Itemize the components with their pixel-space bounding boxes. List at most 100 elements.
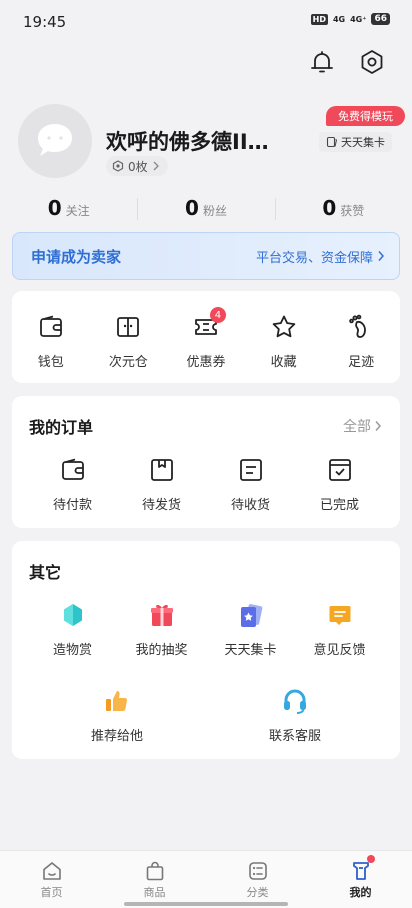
- tool-footprint-label: 足迹: [348, 355, 375, 370]
- order-pending-payment-label: 待付款: [52, 498, 92, 513]
- other-feedback-label: 意见反馈: [313, 643, 366, 658]
- tool-wallet[interactable]: 钱包: [12, 313, 90, 370]
- tool-storage[interactable]: 次元仓: [90, 313, 168, 370]
- header-actions: [308, 48, 386, 76]
- status-bar: 19:45 HD 4G 4G⁺ 66: [0, 0, 412, 40]
- order-pending-receipt[interactable]: 待收货: [206, 456, 295, 513]
- order-pending-shipment[interactable]: 待发货: [117, 456, 206, 513]
- order-pending-receipt-label: 待收货: [230, 498, 270, 513]
- username[interactable]: 欢呼的佛多德II…: [106, 126, 269, 156]
- tool-wallet-label: 钱包: [37, 355, 64, 370]
- tool-footprint[interactable]: 足迹: [322, 313, 400, 370]
- stat-following[interactable]: 0 关注: [0, 196, 137, 226]
- avatar-placeholder-icon: [38, 124, 72, 156]
- gem-icon: [63, 604, 82, 626]
- quick-tools-card: 钱包 次元仓 4 优惠券 收藏 足迹: [12, 291, 400, 383]
- free-model-badge[interactable]: 免费得模玩: [326, 106, 405, 126]
- daily-card-button[interactable]: 天天集卡: [319, 132, 392, 152]
- star-icon: [272, 315, 295, 338]
- other-creation-reward[interactable]: 造物赏: [28, 601, 117, 658]
- bottom-tab-bar: 首页 商品 分类 我的: [0, 850, 412, 908]
- status-icons: HD 4G 4G⁺ 66: [310, 13, 390, 25]
- wallet-icon: [39, 315, 62, 337]
- stats-row: 0 关注 0 粉丝 0 获赞: [0, 196, 412, 226]
- stat-likes[interactable]: 0 获赞: [274, 196, 412, 226]
- orders-grid: 待付款 待发货 待收货 已完成: [28, 456, 384, 513]
- chevron-right-icon: [378, 251, 385, 261]
- other-customer-service-label: 联系客服: [268, 729, 321, 744]
- orders-view-all[interactable]: 全部: [343, 416, 382, 436]
- others-title: 其它: [29, 563, 62, 582]
- likes-count: 0: [322, 196, 337, 220]
- become-seller-banner[interactable]: 申请成为卖家 平台交易、资金保障: [12, 232, 400, 280]
- tool-favorites-label: 收藏: [270, 355, 297, 370]
- wallet-icon: [61, 458, 84, 480]
- receipt-icon: [239, 459, 262, 481]
- other-customer-service[interactable]: 联系客服: [206, 687, 384, 744]
- tool-storage-label: 次元仓: [108, 355, 148, 370]
- seller-title: 申请成为卖家: [31, 247, 122, 266]
- other-my-lottery-label: 我的抽奖: [135, 643, 188, 658]
- tool-favorites[interactable]: 收藏: [245, 313, 323, 370]
- chevron-right-icon: [375, 421, 382, 431]
- tab-home[interactable]: 首页: [0, 851, 103, 908]
- hd-indicator: HD: [310, 13, 328, 25]
- orders-view-all-label: 全部: [343, 419, 371, 435]
- thumbs-up-icon: [106, 691, 128, 711]
- category-icon: [248, 862, 267, 880]
- package-icon: [150, 459, 173, 481]
- followers-count: 0: [185, 196, 199, 220]
- seller-subtitle: 平台交易、资金保障: [256, 247, 385, 266]
- following-label: 关注: [65, 204, 90, 218]
- signal-icon-2: 4G⁺: [350, 14, 367, 24]
- completed-icon: [328, 459, 351, 481]
- order-completed[interactable]: 已完成: [295, 456, 384, 513]
- order-pending-payment[interactable]: 待付款: [28, 456, 117, 513]
- tab-home-label: 首页: [40, 886, 63, 899]
- other-daily-card-label: 天天集卡: [224, 643, 277, 658]
- signal-icon-1: 4G: [332, 14, 346, 24]
- avatar[interactable]: [18, 104, 92, 178]
- bell-icon[interactable]: [308, 48, 336, 76]
- likes-label: 获赞: [340, 204, 365, 218]
- tool-coupon[interactable]: 4 优惠券: [167, 307, 245, 370]
- order-completed-label: 已完成: [319, 498, 359, 513]
- others-grid-row2: 推荐给他 联系客服: [28, 687, 384, 744]
- other-my-lottery[interactable]: 我的抽奖: [117, 601, 206, 658]
- coin-count: 0枚: [128, 159, 148, 174]
- seller-subtitle-text: 平台交易、资金保障: [255, 250, 373, 266]
- other-daily-card[interactable]: 天天集卡: [206, 601, 295, 658]
- settings-icon[interactable]: [358, 48, 386, 76]
- storage-icon: [117, 317, 140, 337]
- coin-balance[interactable]: 0枚: [106, 156, 168, 176]
- stat-followers[interactable]: 0 粉丝: [137, 196, 274, 226]
- bag-icon: [146, 861, 163, 881]
- card-star-icon: [240, 604, 262, 627]
- tab-products[interactable]: 商品: [103, 851, 206, 908]
- daily-card-label: 天天集卡: [341, 136, 385, 149]
- other-recommend[interactable]: 推荐给他: [28, 687, 206, 744]
- order-pending-shipment-label: 待发货: [141, 498, 181, 513]
- profile-header: 欢呼的佛多德II… 0枚 免费得模玩 天天集卡: [18, 104, 412, 194]
- gift-icon: [150, 604, 173, 626]
- others-card: 其它 造物赏 我的抽奖 天天集卡 意见反馈 推荐给他 联系客服: [12, 541, 400, 759]
- orders-card: 我的订单 全部 待付款 待发货 待收货 已完成: [12, 396, 400, 528]
- feedback-icon: [329, 606, 350, 625]
- status-time: 19:45: [23, 13, 67, 31]
- tab-categories[interactable]: 分类: [206, 851, 309, 908]
- followers-label: 粉丝: [202, 204, 227, 218]
- other-creation-reward-label: 造物赏: [52, 643, 92, 658]
- home-indicator[interactable]: [124, 902, 288, 906]
- coupon-count-badge: 4: [209, 307, 226, 323]
- profile-icon: [352, 862, 369, 880]
- battery-icon: 66: [371, 13, 390, 25]
- notification-dot: [366, 855, 375, 863]
- tab-products-label: 商品: [143, 886, 166, 899]
- other-feedback[interactable]: 意见反馈: [295, 601, 384, 658]
- card-icon: [326, 136, 338, 148]
- others-grid-row1: 造物赏 我的抽奖 天天集卡 意见反馈: [28, 601, 384, 658]
- following-count: 0: [47, 196, 62, 220]
- tab-profile[interactable]: 我的: [309, 851, 412, 908]
- other-recommend-label: 推荐给他: [90, 729, 143, 744]
- tab-profile-label: 我的: [349, 886, 372, 899]
